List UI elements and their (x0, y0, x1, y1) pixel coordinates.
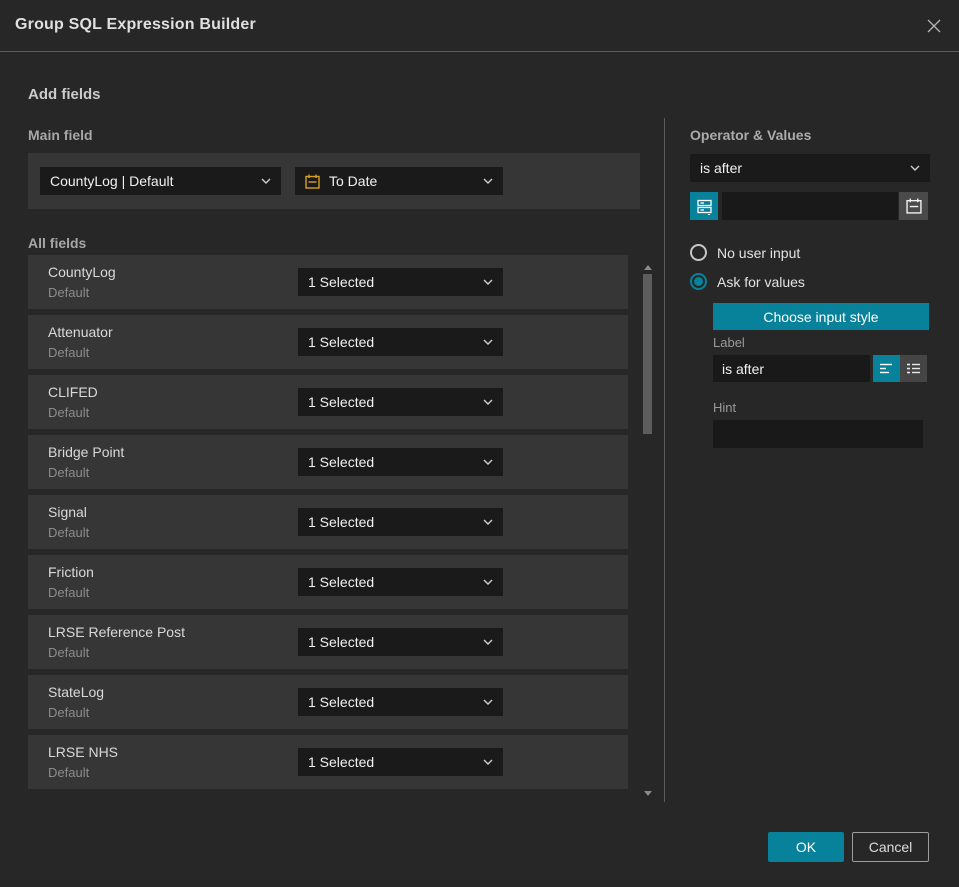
field-selection-value: 1 Selected (308, 454, 375, 470)
chevron-down-icon (261, 178, 271, 184)
operator-select-value: is after (700, 160, 743, 176)
chevron-down-icon (483, 399, 493, 405)
radio-icon (690, 244, 707, 261)
field-selection-value: 1 Selected (308, 694, 375, 710)
main-field-select[interactable]: CountyLog | Default (40, 167, 281, 195)
field-row: Attenuator Default 1 Selected (28, 315, 628, 369)
cancel-button[interactable]: Cancel (852, 832, 929, 862)
label-label: Label (713, 335, 745, 350)
scrollbar-down-icon[interactable] (642, 791, 653, 797)
chevron-down-icon (483, 639, 493, 645)
field-name: Signal (48, 504, 87, 520)
field-subtitle: Default (48, 765, 90, 780)
field-subtitle: Default (48, 405, 90, 420)
field-selection-select[interactable]: 1 Selected (298, 628, 503, 656)
hint-label: Hint (713, 400, 737, 415)
dialog-title: Group SQL Expression Builder (15, 16, 256, 33)
scrollbar-thumb[interactable] (643, 274, 652, 434)
field-subtitle: Default (48, 585, 90, 600)
ok-button[interactable]: OK (768, 832, 844, 862)
field-selection-value: 1 Selected (308, 634, 375, 650)
chevron-down-icon (483, 279, 493, 285)
radio-label: Ask for values (717, 273, 805, 290)
titlebar: Group SQL Expression Builder (0, 0, 959, 52)
operator-values-heading: Operator & Values (690, 127, 812, 143)
field-selection-select[interactable]: 1 Selected (298, 268, 503, 296)
radio-label: No user input (717, 244, 801, 261)
main-field-heading: Main field (28, 127, 93, 143)
panel-divider (664, 118, 665, 802)
main-field-select-value: CountyLog | Default (50, 173, 174, 189)
close-icon[interactable] (924, 16, 944, 36)
field-selection-value: 1 Selected (308, 574, 375, 590)
choose-input-style-button[interactable]: Choose input style (713, 303, 929, 330)
field-subtitle: Default (48, 525, 90, 540)
scrollbar-up-icon[interactable] (642, 265, 653, 271)
field-subtitle: Default (48, 705, 90, 720)
field-name: CountyLog (48, 264, 116, 280)
field-selection-value: 1 Selected (308, 754, 375, 770)
field-row: StateLog Default 1 Selected (28, 675, 628, 729)
field-selection-select[interactable]: 1 Selected (298, 688, 503, 716)
field-subtitle: Default (48, 345, 90, 360)
calendar-icon (305, 174, 320, 189)
field-selection-select[interactable]: 1 Selected (298, 448, 503, 476)
field-subtitle: Default (48, 465, 90, 480)
field-name: LRSE Reference Post (48, 624, 185, 640)
radio-selected-icon (690, 273, 707, 290)
chevron-down-icon (483, 459, 493, 465)
value-input[interactable] (722, 192, 898, 220)
field-subtitle: Default (48, 285, 90, 300)
field-name: StateLog (48, 684, 105, 700)
field-row: CLIFED Default 1 Selected (28, 375, 628, 429)
main-field-type-select[interactable]: To Date (295, 167, 503, 195)
all-fields-list: CountyLog Default 1 Selected Attenuator … (28, 255, 628, 795)
field-name: Attenuator (48, 324, 113, 340)
all-fields-heading: All fields (28, 235, 87, 251)
field-selection-select[interactable]: 1 Selected (298, 568, 503, 596)
align-left-icon[interactable] (873, 355, 900, 382)
chevron-down-icon (483, 519, 493, 525)
field-selection-value: 1 Selected (308, 394, 375, 410)
field-selection-value: 1 Selected (308, 334, 375, 350)
field-row: LRSE Reference Post Default 1 Selected (28, 615, 628, 669)
add-fields-heading: Add fields (28, 86, 101, 103)
chevron-down-icon (483, 178, 493, 184)
chevron-down-icon (910, 165, 920, 171)
field-selection-select[interactable]: 1 Selected (298, 388, 503, 416)
field-name: LRSE NHS (48, 744, 119, 760)
field-selection-select[interactable]: 1 Selected (298, 508, 503, 536)
calendar-icon[interactable] (899, 192, 928, 220)
field-selection-select[interactable]: 1 Selected (298, 328, 503, 356)
field-row: CountyLog Default 1 Selected (28, 255, 628, 309)
field-selection-select[interactable]: 1 Selected (298, 748, 503, 776)
radio-ask-for-values[interactable]: Ask for values (690, 273, 805, 290)
field-row: Friction Default 1 Selected (28, 555, 628, 609)
field-name: CLIFED (48, 384, 98, 400)
chevron-down-icon (483, 339, 493, 345)
field-selection-value: 1 Selected (308, 274, 375, 290)
field-name: Bridge Point (48, 444, 125, 460)
group-sql-expression-builder-dialog: Group SQL Expression Builder Add fields … (0, 0, 959, 887)
field-row: LRSE NHS Default 1 Selected (28, 735, 628, 789)
field-selection-value: 1 Selected (308, 514, 375, 530)
main-field-type-value: To Date (329, 173, 378, 189)
hint-input[interactable] (713, 420, 923, 448)
chevron-down-icon (483, 699, 493, 705)
chevron-down-icon (483, 579, 493, 585)
field-name: Friction (48, 564, 94, 580)
value-list-icon[interactable] (690, 192, 718, 220)
operator-select[interactable]: is after (690, 154, 930, 182)
field-row: Signal Default 1 Selected (28, 495, 628, 549)
label-input[interactable] (713, 355, 870, 382)
chevron-down-icon (483, 759, 493, 765)
bullet-list-icon[interactable] (900, 355, 927, 382)
field-row: Bridge Point Default 1 Selected (28, 435, 628, 489)
field-subtitle: Default (48, 645, 90, 660)
main-field-row: CountyLog | Default To Date (28, 153, 640, 209)
radio-no-user-input[interactable]: No user input (690, 244, 800, 261)
